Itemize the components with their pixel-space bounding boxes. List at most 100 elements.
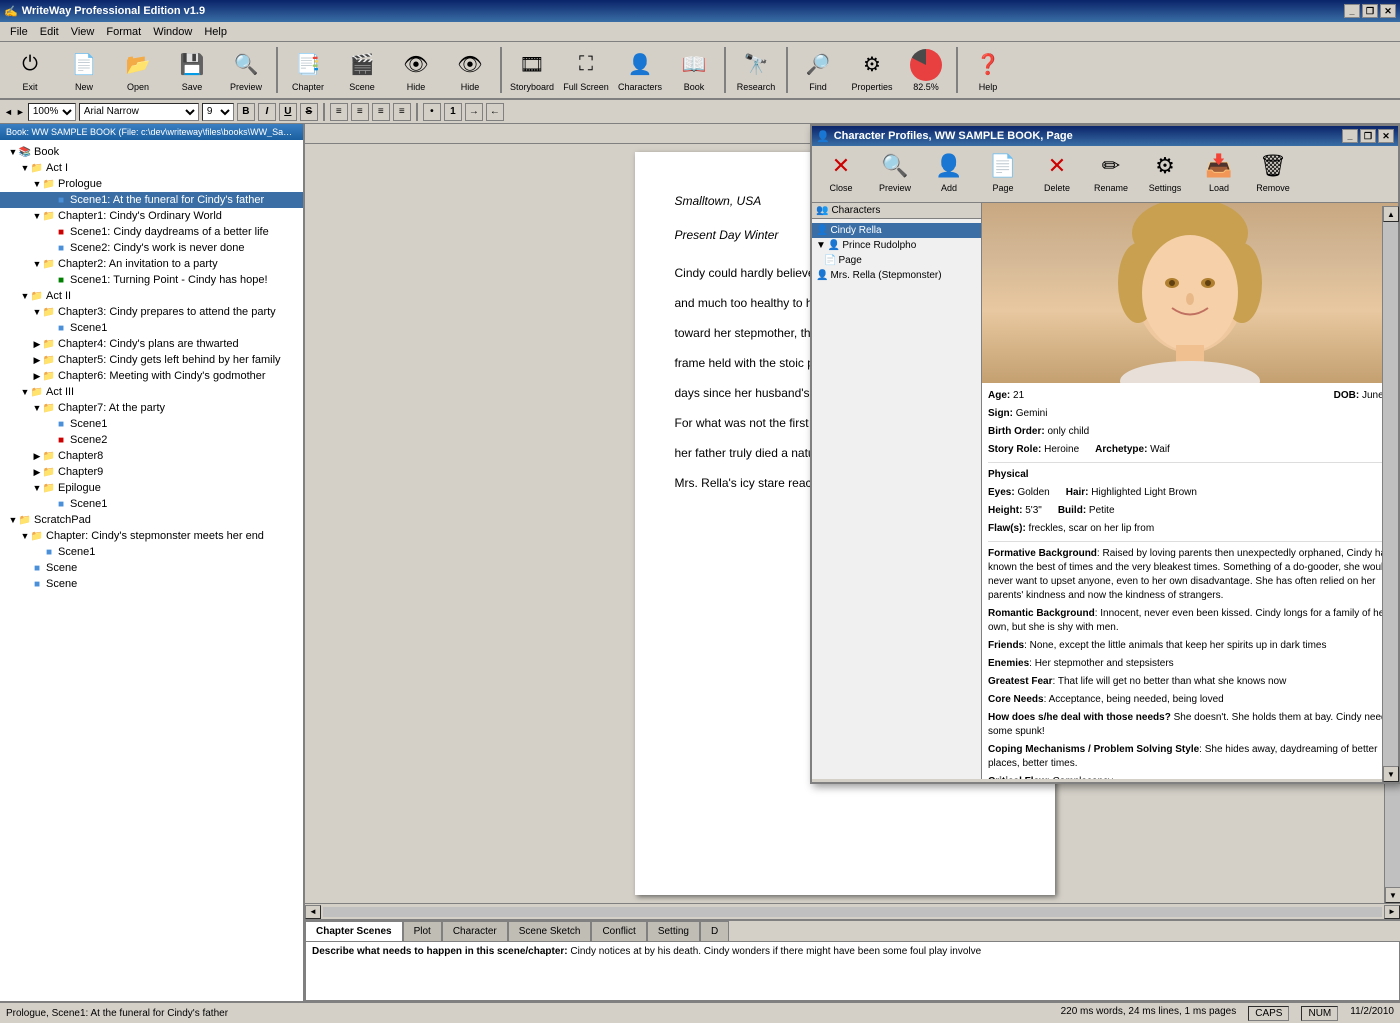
- align-right-button[interactable]: ≡: [372, 103, 390, 121]
- char-remove-button[interactable]: 🗑 Remove: [1247, 149, 1299, 199]
- tree-item-book[interactable]: ▼ 📚 Book: [0, 144, 303, 160]
- outdent-button[interactable]: ←: [486, 103, 504, 121]
- tree-item-chapter8[interactable]: ▶ 📁 Chapter8: [0, 448, 303, 464]
- scene-button[interactable]: 🎬 Scene: [336, 44, 388, 96]
- menu-format[interactable]: Format: [100, 24, 147, 40]
- tree-item-sp-chapter[interactable]: ▼ 📁 Chapter: Cindy's stepmonster meets h…: [0, 528, 303, 544]
- tree-item-ch1-scene2[interactable]: ■ Scene2: Cindy's work is never done: [0, 240, 303, 256]
- tab-plot[interactable]: Plot: [403, 921, 442, 941]
- char-settings-button[interactable]: ⚙ Settings: [1139, 149, 1191, 199]
- storyboard-button[interactable]: 🎞 Storyboard: [506, 44, 558, 96]
- open-button[interactable]: 📂 Open: [112, 44, 164, 96]
- tree-item-scratchpad[interactable]: ▼ 📁 ScratchPad: [0, 512, 303, 528]
- tree-item-scene1-prologue[interactable]: ■ Scene1: At the funeral for Cindy's fat…: [0, 192, 303, 208]
- align-justify-button[interactable]: ≡: [393, 103, 411, 121]
- scroll-down-button[interactable]: ▼: [1385, 887, 1400, 903]
- tree-item-act1[interactable]: ▼ 📁 Act I: [0, 160, 303, 176]
- close-button[interactable]: ✕: [1380, 4, 1396, 18]
- menu-view[interactable]: View: [65, 24, 101, 40]
- tab-conflict[interactable]: Conflict: [591, 921, 646, 941]
- char-preview-button[interactable]: 🔍 Preview: [869, 149, 921, 199]
- tab-setting[interactable]: Setting: [647, 921, 700, 941]
- char-scroll-down[interactable]: ▼: [1383, 766, 1398, 779]
- tree-item-sp-scene-b[interactable]: ■ Scene: [0, 576, 303, 592]
- book-button[interactable]: 📖 Book: [668, 44, 720, 96]
- tree-item-chapter6[interactable]: ▶ 📁 Chapter6: Meeting with Cindy's godmo…: [0, 368, 303, 384]
- scroll-right-button[interactable]: ►: [1384, 905, 1400, 919]
- tree-item-chapter1[interactable]: ▼ 📁 Chapter1: Cindy's Ordinary World: [0, 208, 303, 224]
- tree-item-epilogue-scene1[interactable]: ■ Scene1: [0, 496, 303, 512]
- tree-item-ch3-scene1[interactable]: ■ Scene1: [0, 320, 303, 336]
- align-left-button[interactable]: ≡: [330, 103, 348, 121]
- tab-content[interactable]: Describe what needs to happen in this sc…: [305, 941, 1400, 1001]
- tree-item-ch7-scene1[interactable]: ■ Scene1: [0, 416, 303, 432]
- char-window-minimize[interactable]: _: [1342, 129, 1358, 143]
- tree-item-chapter5[interactable]: ▶ 📁 Chapter5: Cindy gets left behind by …: [0, 352, 303, 368]
- tree-item-ch2-scene1[interactable]: ■ Scene1: Turning Point - Cindy has hope…: [0, 272, 303, 288]
- italic-button[interactable]: I: [258, 103, 276, 121]
- help-button[interactable]: ❓ Help: [962, 44, 1014, 96]
- underline-button[interactable]: U: [279, 103, 297, 121]
- exit-button[interactable]: ⏻ Exit: [4, 44, 56, 96]
- char-item-prince-parent[interactable]: ▼ 👤 Prince Rudolpho: [812, 238, 981, 253]
- characters-button[interactable]: 👤 Characters: [614, 44, 666, 96]
- research-button[interactable]: 🔭 Research: [730, 44, 782, 96]
- tab-character[interactable]: Character: [442, 921, 508, 941]
- tree-item-sp-scene1[interactable]: ■ Scene1: [0, 544, 303, 560]
- menu-edit[interactable]: Edit: [34, 24, 65, 40]
- hide1-button[interactable]: 👁 Hide: [390, 44, 442, 96]
- percent-button[interactable]: 82.5%: [900, 44, 952, 96]
- strikethrough-button[interactable]: S: [300, 103, 318, 121]
- font-select[interactable]: Arial Narrow: [79, 103, 199, 121]
- scroll-left-button[interactable]: ◄: [305, 905, 321, 919]
- save-button[interactable]: 💾 Save: [166, 44, 218, 96]
- fullscreen-button[interactable]: ⛶ Full Screen: [560, 44, 612, 96]
- char-scroll-track[interactable]: [1383, 222, 1398, 766]
- tree-item-ch7-scene2[interactable]: ■ Scene2: [0, 432, 303, 448]
- hide2-button[interactable]: 👁 Hide: [444, 44, 496, 96]
- tree-item-chapter4[interactable]: ▶ 📁 Chapter4: Cindy's plans are thwarted: [0, 336, 303, 352]
- chapter-button[interactable]: 📑 Chapter: [282, 44, 334, 96]
- tree-item-act3[interactable]: ▼ 📁 Act III: [0, 384, 303, 400]
- char-item-page[interactable]: 📄 Page: [812, 253, 981, 268]
- char-rename-button[interactable]: ✏ Rename: [1085, 149, 1137, 199]
- align-center-button[interactable]: ≡: [351, 103, 369, 121]
- new-button[interactable]: 📄 New: [58, 44, 110, 96]
- char-delete-button[interactable]: ✕ Delete: [1031, 149, 1083, 199]
- tree-item-ch1-scene1[interactable]: ■ Scene1: Cindy daydreams of a better li…: [0, 224, 303, 240]
- editor-hscroll[interactable]: ◄ ►: [305, 903, 1400, 919]
- menu-window[interactable]: Window: [147, 24, 198, 40]
- char-page-button[interactable]: 📄 Page: [977, 149, 1029, 199]
- tab-scene-sketch[interactable]: Scene Sketch: [508, 921, 592, 941]
- char-add-button[interactable]: 👤 Add: [923, 149, 975, 199]
- char-item-cindy[interactable]: 👤 Cindy Rella: [812, 223, 981, 238]
- menu-file[interactable]: File: [4, 24, 34, 40]
- tree-item-epilogue[interactable]: ▼ 📁 Epilogue: [0, 480, 303, 496]
- restore-button[interactable]: ❐: [1362, 4, 1378, 18]
- tree-item-act2[interactable]: ▼ 📁 Act II: [0, 288, 303, 304]
- list-bullet-button[interactable]: •: [423, 103, 441, 121]
- tree-item-chapter2[interactable]: ▼ 📁 Chapter2: An invitation to a party: [0, 256, 303, 272]
- char-window-maximize[interactable]: ❐: [1360, 129, 1376, 143]
- char-item-mrs-rella[interactable]: 👤 Mrs. Rella (Stepmonster): [812, 268, 981, 283]
- bold-button[interactable]: B: [237, 103, 255, 121]
- char-close-button[interactable]: ✕ Close: [815, 149, 867, 199]
- indent-button[interactable]: →: [465, 103, 483, 121]
- hscroll-track[interactable]: [323, 907, 1382, 917]
- tree-item-chapter3[interactable]: ▼ 📁 Chapter3: Cindy prepares to attend t…: [0, 304, 303, 320]
- menu-help[interactable]: Help: [198, 24, 233, 40]
- char-window-close[interactable]: ✕: [1378, 129, 1394, 143]
- tree-item-sp-scene-a[interactable]: ■ Scene: [0, 560, 303, 576]
- preview-button[interactable]: 🔍 Preview: [220, 44, 272, 96]
- tab-chapter-scenes[interactable]: Chapter Scenes: [305, 921, 403, 941]
- tab-extra[interactable]: D: [700, 921, 729, 941]
- zoom-select[interactable]: 100%: [28, 103, 76, 121]
- properties-button[interactable]: ⚙ Properties: [846, 44, 898, 96]
- char-vscroll[interactable]: ▲ ▼: [1382, 206, 1398, 779]
- tree-item-chapter7[interactable]: ▼ 📁 Chapter7: At the party: [0, 400, 303, 416]
- list-number-button[interactable]: 1: [444, 103, 462, 121]
- char-load-button[interactable]: 📥 Load: [1193, 149, 1245, 199]
- minimize-button[interactable]: _: [1344, 4, 1360, 18]
- find-button[interactable]: 🔎 Find: [792, 44, 844, 96]
- size-select[interactable]: 9: [202, 103, 234, 121]
